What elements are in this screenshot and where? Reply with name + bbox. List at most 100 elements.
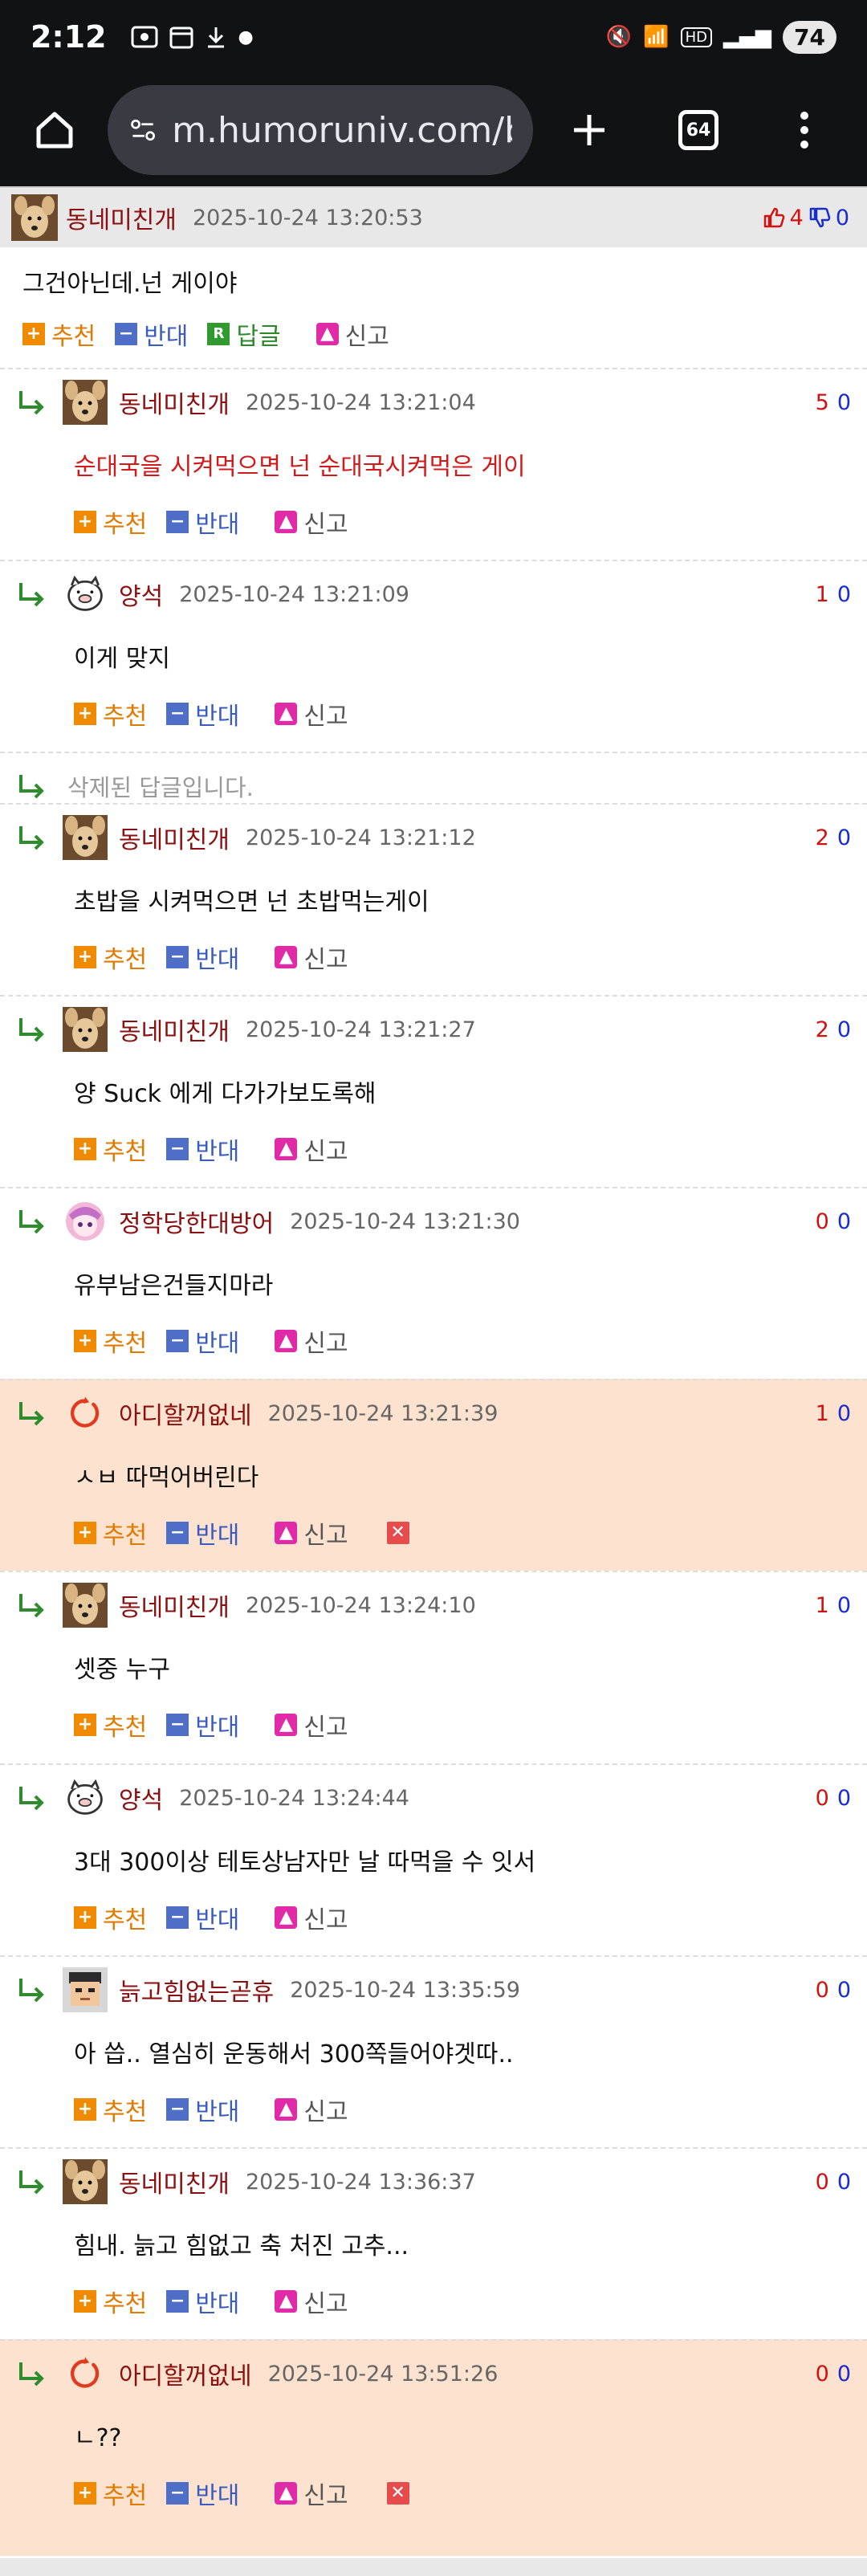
report-button[interactable]: ▲ 신고 — [275, 2476, 348, 2511]
oppose-button[interactable]: − 반대 — [166, 2092, 239, 2127]
reply-author[interactable]: 동네미친개 — [119, 1588, 230, 1623]
reply-author[interactable]: 아디할꺼없네 — [119, 1396, 252, 1431]
reply-button[interactable]: R 답글 — [207, 316, 281, 352]
report-button[interactable]: ▲ 신고 — [275, 2092, 348, 2127]
oppose-button[interactable]: − 반대 — [166, 940, 239, 975]
plus-icon: + — [22, 323, 45, 345]
deleted-notice: 삭제된 답글입니다. — [67, 774, 254, 801]
home-icon — [36, 112, 73, 149]
ring-avatar — [63, 2351, 108, 2396]
reply-author[interactable]: 양석 — [119, 577, 163, 612]
report-button[interactable]: ▲ 신고 — [275, 1707, 348, 1742]
reply-header: 양석 2025-10-24 13:21:09 1 0 — [16, 571, 851, 618]
tab-switcher-button[interactable]: 64 — [663, 95, 734, 165]
downvote-count: 0 — [836, 2361, 851, 2386]
new-tab-button[interactable] — [554, 95, 625, 165]
reply-item: 동네미친개 2025-10-24 13:36:37 0 0 힘내. 늙고 힘없고 축 처… — [0, 2147, 867, 2339]
recommend-button[interactable]: + 추천 — [74, 2092, 147, 2127]
vote-counts: 00 — [816, 1209, 851, 1234]
menu-button[interactable] — [769, 95, 840, 165]
delete-button[interactable]: ✕ — [386, 2482, 416, 2505]
reply-header: 늙고힘없는곧휴 2025-10-24 13:35:59 0 0 — [16, 1967, 851, 2013]
siren-icon: ▲ — [275, 511, 298, 533]
reply-item: 양석 2025-10-24 13:24:44 0 0 3대 300이상 테토상남자만 날… — [0, 1763, 867, 1955]
download-icon — [207, 27, 224, 48]
recommend-button[interactable]: + 추천 — [22, 316, 96, 352]
reply-author[interactable]: 동네미친개 — [119, 820, 230, 855]
delete-button[interactable]: ✕ — [386, 1522, 416, 1544]
recommend-button[interactable]: + 추천 — [74, 1323, 147, 1359]
oppose-button[interactable]: − 반대 — [166, 1131, 239, 1167]
upvote-count: 1 — [815, 1592, 829, 1618]
comment-text: 그건아닌데.넌 게이야 — [22, 270, 238, 298]
recommend-button[interactable]: + 추천 — [74, 504, 147, 540]
reply-author[interactable]: 동네미친개 — [119, 385, 230, 420]
address-bar[interactable]: m.humoruniv.com/bo — [108, 85, 533, 175]
upvote-count: 0 — [815, 2169, 829, 2195]
site-settings-icon[interactable] — [128, 114, 157, 146]
plus-icon: + — [74, 703, 96, 725]
oppose-button[interactable]: − 반대 — [166, 1515, 239, 1551]
oppose-button[interactable]: − 반대 — [166, 2284, 239, 2319]
plus-icon: + — [74, 2098, 96, 2121]
report-button[interactable]: ▲ 신고 — [275, 2284, 348, 2319]
reply-author[interactable]: 아디할꺼없네 — [119, 2356, 252, 2391]
reply-timestamp: 2025-10-24 13:21:30 — [290, 1209, 520, 1234]
recommend-button[interactable]: + 추천 — [74, 2476, 147, 2511]
reply-author[interactable]: 정학당한대방어 — [119, 1204, 274, 1239]
downvote-count: 0 — [836, 825, 851, 850]
siren-icon: ▲ — [275, 703, 298, 725]
vote-counts: 50 — [816, 390, 851, 415]
upvote-count: 0 — [815, 1977, 829, 2003]
oppose-button[interactable]: − 반대 — [115, 316, 188, 352]
recommend-button[interactable]: + 추천 — [74, 2284, 147, 2319]
recommend-button[interactable]: + 추천 — [74, 696, 147, 732]
report-button[interactable]: ▲ 신고 — [275, 940, 348, 975]
report-button[interactable]: ▲ 신고 — [275, 696, 348, 732]
downvote-count: 0 — [836, 2169, 851, 2195]
reply-actions: + 추천 − 반대 ▲ 신고 ✕ — [74, 2476, 435, 2511]
report-button[interactable]: ▲ 신고 — [275, 1131, 348, 1167]
oppose-button[interactable]: − 반대 — [166, 2476, 239, 2511]
downvote-count: 0 — [836, 1017, 851, 1042]
report-button[interactable]: ▲ 신고 — [275, 1515, 348, 1551]
plus-icon: + — [74, 1522, 96, 1544]
report-button[interactable]: ▲ 신고 — [275, 1323, 348, 1359]
reply-author[interactable]: 동네미친개 — [119, 1012, 230, 1047]
minus-icon: − — [166, 1906, 189, 1929]
plus-icon: + — [74, 1330, 96, 1352]
recommend-button[interactable]: + 추천 — [74, 1131, 147, 1167]
report-button[interactable]: ▲ 신고 — [275, 504, 348, 540]
vote-counts: 10 — [816, 582, 851, 607]
reply-arrow-icon — [16, 2359, 48, 2388]
reply-actions: + 추천 − 반대 ▲ 신고 — [74, 1131, 368, 1167]
reply-item: 동네미친개 2025-10-24 13:24:10 1 0 셋중 누구 + 추천 − 반대 ▲ 신고 — [0, 1571, 867, 1763]
minus-icon: − — [166, 2098, 189, 2121]
downvote-count: 0 — [836, 1977, 851, 2003]
oppose-button[interactable]: − 반대 — [166, 504, 239, 540]
report-button[interactable]: ▲ 신고 — [275, 1900, 348, 1935]
oppose-button[interactable]: − 반대 — [166, 696, 239, 732]
oppose-button[interactable]: − 반대 — [166, 1323, 239, 1359]
oppose-button[interactable]: − 반대 — [166, 1707, 239, 1742]
reply-item: 늙고힘없는곧휴 2025-10-24 13:35:59 0 0 아 씁.. 열심히 운동… — [0, 1955, 867, 2147]
comment-author[interactable]: 동네미친개 — [66, 200, 177, 235]
recommend-button[interactable]: + 추천 — [74, 1900, 147, 1935]
wifi-icon: 📶 — [643, 25, 670, 49]
recommend-button[interactable]: + 추천 — [74, 1515, 147, 1551]
comment-body: 그건아닌데.넌 게이야 + 추천 − 반대 R 답글 ▲ 신고 — [0, 247, 867, 368]
oppose-button[interactable]: − 반대 — [166, 1900, 239, 1935]
recommend-button[interactable]: + 추천 — [74, 940, 147, 975]
dog-avatar — [63, 380, 108, 425]
minus-icon: − — [166, 703, 189, 725]
url-text[interactable]: m.humoruniv.com/bo — [172, 110, 512, 151]
reply-author[interactable]: 동네미친개 — [119, 2164, 230, 2199]
recommend-button[interactable]: + 추천 — [74, 1707, 147, 1742]
siren-icon: ▲ — [275, 1138, 298, 1160]
reply-item: 정학당한대방어 2025-10-24 13:21:30 0 0 유부남은건들지마라 + 추천… — [0, 1187, 867, 1379]
report-button[interactable]: ▲ 신고 — [315, 316, 389, 352]
reply-author[interactable]: 늙고힘없는곧휴 — [119, 1972, 274, 2007]
thumbs-down-icon — [809, 207, 831, 228]
home-button[interactable] — [19, 95, 90, 165]
reply-author[interactable]: 양석 — [119, 1780, 163, 1816]
